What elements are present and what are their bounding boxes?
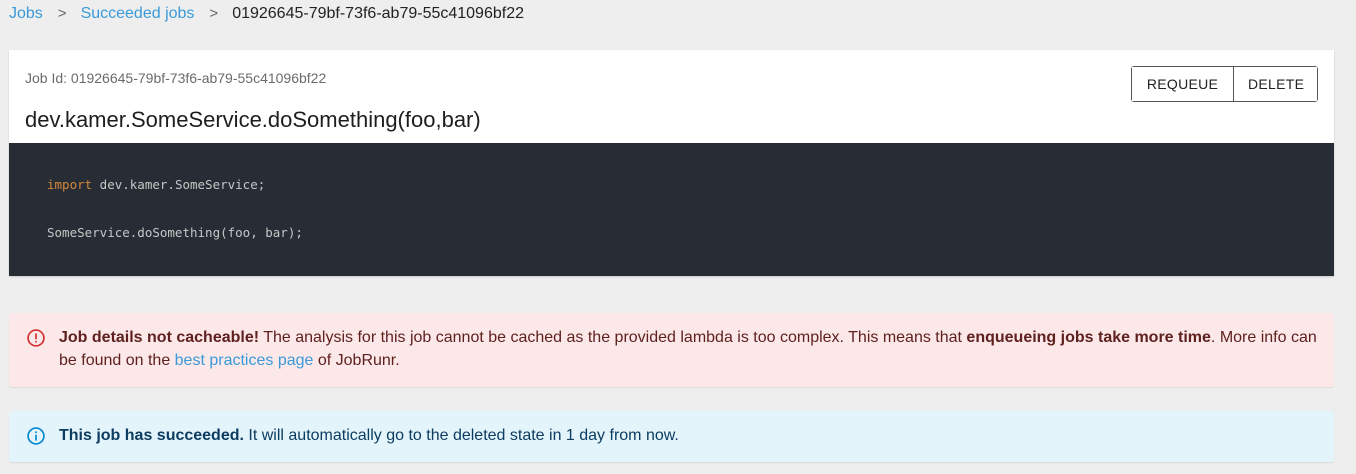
code-block: import dev.kamer.SomeService; SomeServic…	[9, 143, 1334, 276]
code-line-import: import dev.kamer.SomeService;	[47, 177, 265, 192]
code-import-target: dev.kamer.SomeService;	[92, 177, 266, 192]
info-heading: This job has succeeded.	[59, 427, 244, 444]
breadcrumb-jobs-link[interactable]: Jobs	[9, 5, 43, 23]
job-title: dev.kamer.SomeService.doSomething(foo,ba…	[25, 107, 481, 132]
warning-heading: Job details not cacheable!	[59, 329, 260, 346]
info-outline-icon	[27, 427, 45, 445]
job-card: Job Id: 01926645-79bf-73f6-ab79-55c41096…	[9, 50, 1334, 276]
breadcrumb-separator-icon: >	[57, 5, 67, 22]
not-cacheable-message: Job details not cacheable! The analysis …	[59, 326, 1320, 372]
requeue-button[interactable]: REQUEUE	[1132, 67, 1233, 101]
best-practices-link[interactable]: best practices page	[175, 352, 314, 369]
succeeded-message: This job has succeeded. It will automati…	[59, 424, 1320, 447]
breadcrumb-separator-icon: >	[209, 5, 219, 22]
not-cacheable-alert: Job details not cacheable! The analysis …	[9, 313, 1334, 387]
job-action-buttons: REQUEUE DELETE	[1131, 66, 1318, 102]
code-line-call: SomeService.doSomething(foo, bar);	[47, 225, 303, 240]
warning-emphasis: enqueueing jobs take more time	[966, 329, 1211, 346]
code-keyword: import	[47, 177, 93, 192]
job-id-label: Job Id: 01926645-79bf-73f6-ab79-55c41096…	[25, 70, 327, 86]
succeeded-alert: This job has succeeded. It will automati…	[9, 411, 1334, 462]
delete-button[interactable]: DELETE	[1233, 67, 1317, 101]
info-text: It will automatically go to the deleted …	[243, 427, 679, 444]
warning-text: The analysis for this job cannot be cach…	[259, 329, 967, 346]
warning-text: of JobRunr.	[313, 352, 400, 369]
breadcrumb-succeeded-link[interactable]: Succeeded jobs	[81, 5, 195, 23]
breadcrumb-current: 01926645-79bf-73f6-ab79-55c41096bf22	[232, 5, 524, 22]
breadcrumb: Jobs > Succeeded jobs > 01926645-79bf-73…	[9, 5, 524, 23]
error-outline-icon	[27, 329, 45, 347]
